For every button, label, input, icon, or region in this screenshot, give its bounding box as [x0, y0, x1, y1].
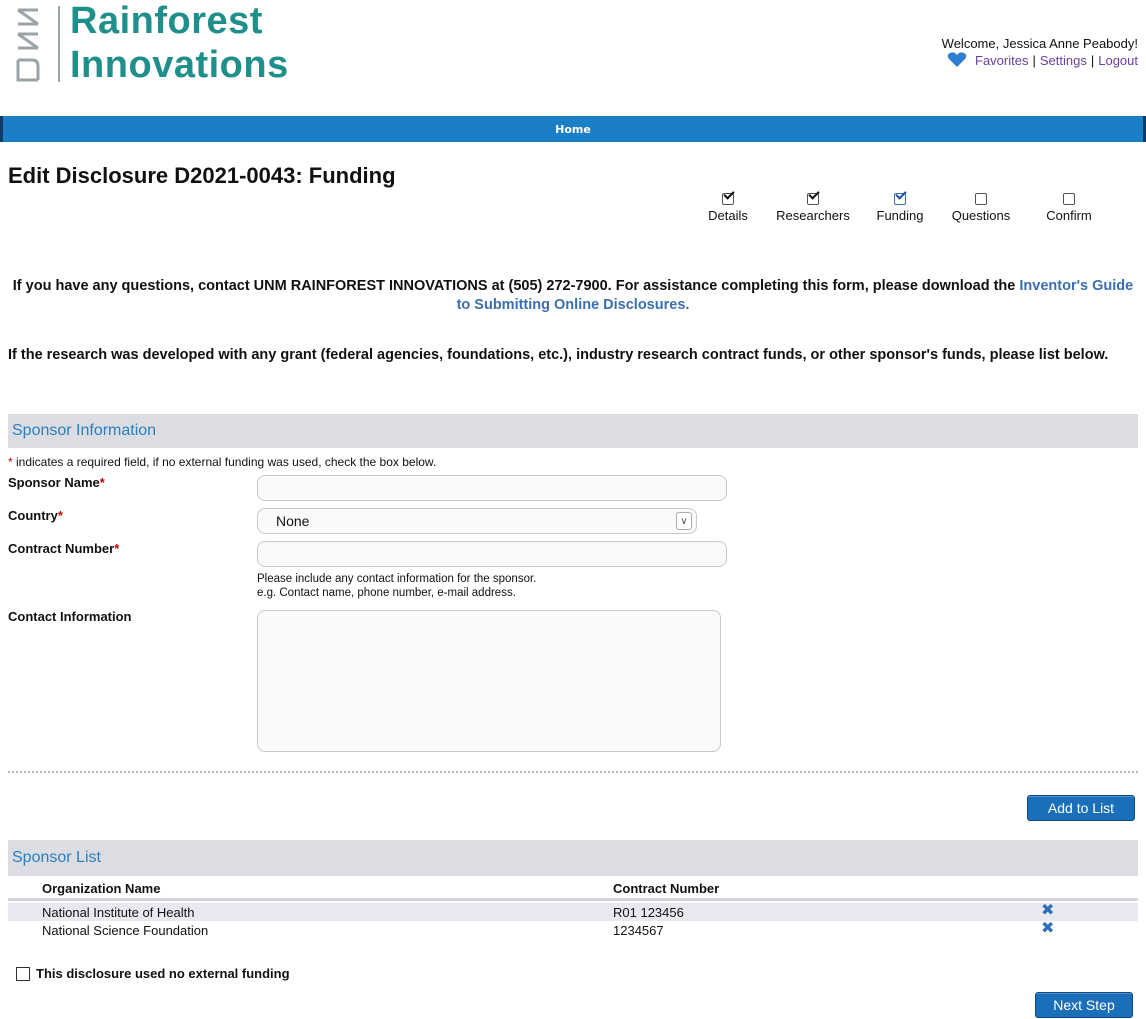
- nav-home-link[interactable]: Home: [555, 123, 591, 136]
- contract-number-cell: R01 123456: [613, 905, 684, 920]
- contact-text: If you have any questions, contact UNM R…: [12, 278, 1016, 294]
- required-field-note: * indicates a required field, if no exte…: [8, 455, 436, 469]
- checkbox-checked-icon: [894, 193, 906, 205]
- checkbox-empty-icon: [1063, 193, 1075, 205]
- favorites-link[interactable]: Favorites: [975, 53, 1028, 68]
- step-label: Funding: [876, 208, 924, 223]
- contract-number-cell: 1234567: [613, 923, 664, 938]
- funding-instruction: If the research was developed with any g…: [8, 347, 1109, 363]
- link-separator: |: [1032, 52, 1036, 68]
- organization-name-cell: National Science Foundation: [42, 923, 209, 938]
- step-funding[interactable]: Funding: [866, 193, 934, 223]
- step-details[interactable]: Details: [696, 193, 760, 223]
- next-step-button[interactable]: Next Step: [1035, 992, 1133, 1018]
- chevron-down-icon: ∨: [676, 512, 692, 530]
- delete-icon[interactable]: ✖: [1041, 903, 1055, 919]
- no-external-funding-label: This disclosure used no external funding: [36, 966, 290, 981]
- no-external-funding-checkbox[interactable]: [16, 966, 30, 981]
- country-select[interactable]: None ∨: [257, 508, 697, 534]
- heart-icon: [947, 52, 967, 67]
- welcome-message: Welcome, Jessica Anne Peabody!: [941, 36, 1138, 51]
- sponsor-name-label: Sponsor Name*: [8, 475, 105, 490]
- contract-number-label: Contract Number*: [8, 541, 120, 556]
- logo-text-innovations: Innovations: [70, 44, 289, 86]
- add-to-list-button[interactable]: Add to List: [1027, 795, 1135, 821]
- step-confirm[interactable]: Confirm: [1028, 193, 1110, 223]
- required-note-text: indicates a required field, if no extern…: [12, 455, 437, 469]
- main-nav: Home: [0, 116, 1146, 142]
- organization-name-cell: National Institute of Health: [42, 905, 195, 920]
- step-label: Details: [708, 208, 748, 223]
- logo: Rainforest Innovations: [8, 0, 318, 92]
- user-links: Favorites | Settings | Logout: [947, 52, 1138, 68]
- logo-text-rainforest: Rainforest: [70, 0, 263, 42]
- delete-icon[interactable]: ✖: [1041, 921, 1055, 937]
- table-row: National Science Foundation 1234567 ✖: [8, 921, 1138, 939]
- step-researchers[interactable]: Researchers: [760, 193, 866, 223]
- section-header-sponsor-information: Sponsor Information: [8, 414, 1138, 448]
- progress-steps: Details Researchers Funding Questions Co…: [696, 193, 1110, 223]
- step-label: Confirm: [1046, 208, 1092, 223]
- contact-information-label: Contact Information: [8, 609, 132, 624]
- logo-divider: [58, 6, 60, 82]
- column-header-contract-number: Contract Number: [613, 881, 720, 896]
- country-label: Country*: [8, 508, 63, 523]
- step-label: Researchers: [776, 208, 850, 223]
- contact-information-textarea[interactable]: [257, 610, 721, 752]
- column-header-organization: Organization Name: [42, 881, 161, 896]
- unm-logo-mark: [16, 8, 40, 82]
- sponsor-name-input[interactable]: [257, 475, 727, 501]
- link-separator: |: [1090, 52, 1095, 68]
- step-label: Questions: [951, 208, 1011, 223]
- contract-number-input[interactable]: [257, 541, 727, 567]
- country-selected-value: None: [276, 513, 310, 529]
- divider: [8, 771, 1138, 773]
- table-row: National Institute of Health R01 123456 …: [8, 903, 1138, 921]
- contact-info-hint: Please include any contact information f…: [257, 573, 537, 599]
- section-header-sponsor-list: Sponsor List: [8, 840, 1138, 876]
- step-questions[interactable]: Questions: [934, 193, 1028, 223]
- table-header-rule: [8, 898, 1138, 901]
- no-external-funding-option[interactable]: This disclosure used no external funding: [16, 966, 290, 981]
- page-title: Edit Disclosure D2021-0043: Funding: [8, 163, 396, 188]
- logout-link[interactable]: Logout: [1098, 53, 1138, 68]
- checkbox-empty-icon: [975, 193, 987, 205]
- checkbox-checked-icon: [722, 193, 734, 205]
- checkbox-checked-icon: [807, 193, 819, 205]
- contact-info-text: If you have any questions, contact UNM R…: [8, 277, 1138, 315]
- settings-link[interactable]: Settings: [1040, 53, 1087, 68]
